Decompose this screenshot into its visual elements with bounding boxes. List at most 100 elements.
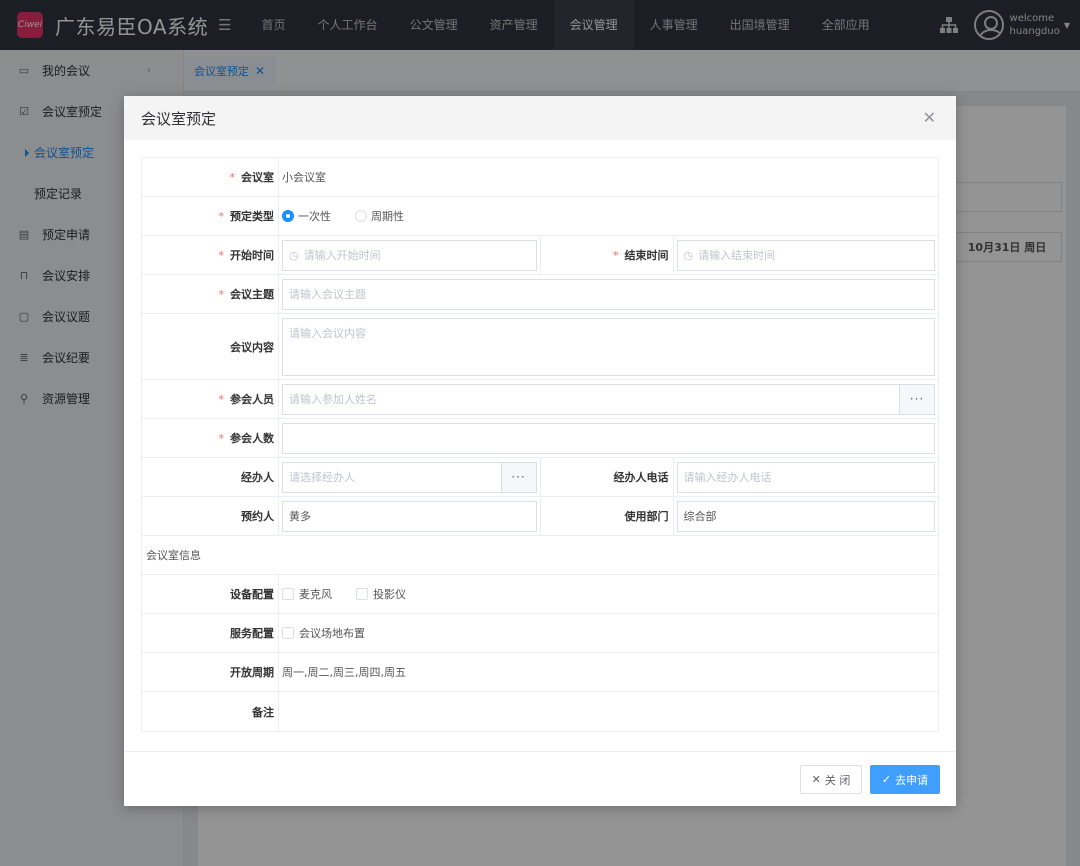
remark-value bbox=[279, 692, 938, 731]
form-row-equipment: 设备配置 麦克风 投影仪 bbox=[142, 575, 938, 614]
checkbox-venue-setup[interactable]: 会议场地布置 bbox=[282, 625, 365, 641]
equipment-options: 麦克风 投影仪 bbox=[279, 575, 938, 613]
required-mark: * bbox=[218, 248, 225, 262]
field-label: 经办人 bbox=[142, 458, 279, 496]
open-period-value: 周一,周二,周三,周四,周五 bbox=[282, 666, 406, 679]
label-text: 使用部门 bbox=[624, 510, 669, 523]
close-button[interactable]: ✕ 关 闭 bbox=[800, 765, 862, 794]
check-icon: ✓ bbox=[881, 773, 892, 786]
label-text: 结束时间 bbox=[624, 249, 669, 262]
required-mark: * bbox=[613, 248, 619, 262]
field-label: * 预定类型 bbox=[142, 197, 279, 235]
checkbox-icon bbox=[282, 588, 294, 600]
label-text: 预约人 bbox=[241, 510, 274, 523]
label-text: 参会人数 bbox=[230, 432, 274, 445]
dept-cell: 使用部门 综合部 bbox=[539, 497, 939, 535]
radio-unchecked-icon bbox=[355, 210, 367, 222]
placeholder-text: 请选择经办人 bbox=[289, 471, 355, 484]
checkbox-icon bbox=[282, 627, 294, 639]
required-mark: * bbox=[218, 392, 225, 406]
type-options: 一次性 周期性 bbox=[279, 197, 938, 235]
radio-checked-icon bbox=[282, 210, 294, 222]
field-label: * 结束时间 bbox=[541, 236, 674, 274]
end-time-cell: * 结束时间 ◷ 请输入结束时间 bbox=[539, 236, 939, 274]
clock-icon: ◷ bbox=[289, 248, 299, 262]
radio-periodic[interactable]: 周期性 bbox=[355, 208, 404, 224]
count-input[interactable] bbox=[282, 422, 935, 454]
more-icon[interactable]: ··· bbox=[899, 384, 934, 414]
label-text: 开放周期 bbox=[230, 666, 274, 679]
label-text: 服务配置 bbox=[230, 627, 274, 640]
attendees-wrap: 请输入参加人姓名 ··· bbox=[279, 380, 938, 418]
handler-phone-input[interactable]: 请输入经办人电话 bbox=[676, 461, 935, 493]
form-row-room: * 会议室 小会议室 bbox=[142, 158, 938, 197]
start-time-wrap: ◷ 请输入开始时间 bbox=[279, 236, 540, 274]
handler-phone-wrap: 请输入经办人电话 bbox=[674, 458, 939, 496]
form-row-attendees: * 参会人员 请输入参加人姓名 ··· bbox=[142, 380, 938, 419]
close-icon: ✕ bbox=[811, 773, 821, 786]
field-label: * 参会人数 bbox=[142, 419, 279, 457]
placeholder-text: 请输入开始时间 bbox=[303, 249, 381, 262]
handler-wrap: 请选择经办人 ··· bbox=[279, 458, 540, 496]
form-row-content: 会议内容 请输入会议内容 bbox=[142, 314, 938, 380]
booker-cell: 预约人 黄多 bbox=[142, 497, 540, 535]
field-label: * 会议室 bbox=[142, 158, 279, 196]
form-row-handler: 经办人 请选择经办人 ··· 经办人电话 请输入经办人电话 bbox=[142, 458, 938, 497]
room-value: 小会议室 bbox=[282, 171, 326, 184]
form-row-booker: 预约人 黄多 使用部门 综合部 bbox=[142, 497, 938, 536]
count-wrap bbox=[279, 419, 938, 457]
clock-icon: ◷ bbox=[683, 248, 694, 262]
room-info-section-title: 会议室信息 bbox=[142, 536, 938, 575]
dialog-footer: ✕ 关 闭 ✓ 去申请 bbox=[124, 751, 956, 806]
placeholder-text: 请输入会议内容 bbox=[289, 326, 366, 340]
content-wrap: 请输入会议内容 bbox=[279, 314, 938, 379]
end-time-wrap: ◷ 请输入结束时间 bbox=[674, 236, 939, 274]
label-text: 设备配置 bbox=[230, 588, 274, 601]
field-label: 使用部门 bbox=[541, 497, 674, 535]
checkbox-projector[interactable]: 投影仪 bbox=[356, 586, 406, 602]
dept-input[interactable]: 综合部 bbox=[676, 500, 935, 532]
checkbox-label: 会议场地布置 bbox=[299, 627, 365, 640]
radio-once[interactable]: 一次性 bbox=[282, 208, 331, 224]
checkbox-microphone[interactable]: 麦克风 bbox=[282, 586, 332, 602]
form-row-count: * 参会人数 bbox=[142, 419, 938, 458]
label-text: 会议主题 bbox=[230, 288, 274, 301]
close-icon[interactable]: ✕ bbox=[923, 110, 936, 126]
booking-form: * 会议室 小会议室 * 预定类型 一次性 周期性 * 开始时间 ◷ 请输入开始时间 *… bbox=[141, 157, 939, 732]
field-label: 服务配置 bbox=[142, 614, 279, 652]
topic-input[interactable]: 请输入会议主题 bbox=[282, 278, 935, 310]
placeholder-text: 请输入结束时间 bbox=[698, 249, 776, 262]
checkbox-label: 麦克风 bbox=[299, 588, 332, 601]
form-row-topic: * 会议主题 请输入会议主题 bbox=[142, 275, 938, 314]
field-label: 设备配置 bbox=[142, 575, 279, 613]
handler-cell: 经办人 请选择经办人 ··· bbox=[142, 458, 540, 496]
field-label: * 参会人员 bbox=[142, 380, 279, 418]
form-row-open-period: 开放周期 周一,周二,周三,周四,周五 bbox=[142, 653, 938, 692]
dept-wrap: 综合部 bbox=[674, 497, 939, 535]
booker-input[interactable]: 黄多 bbox=[282, 500, 537, 532]
field-label: 开放周期 bbox=[142, 653, 279, 691]
field-label: 预约人 bbox=[142, 497, 279, 535]
form-row-time: * 开始时间 ◷ 请输入开始时间 * 结束时间 ◷ 请输入结束时间 bbox=[142, 236, 938, 275]
placeholder-text: 请输入参加人姓名 bbox=[289, 393, 377, 406]
attendees-input[interactable]: 请输入参加人姓名 ··· bbox=[282, 383, 935, 415]
label-text: 参会人员 bbox=[230, 393, 274, 406]
content-textarea[interactable]: 请输入会议内容 bbox=[282, 317, 935, 376]
checkbox-icon bbox=[356, 588, 368, 600]
field-label: * 会议主题 bbox=[142, 275, 279, 313]
apply-button[interactable]: ✓ 去申请 bbox=[870, 765, 940, 794]
more-icon[interactable]: ··· bbox=[500, 462, 536, 492]
field-label: * 开始时间 bbox=[142, 236, 279, 274]
required-mark: * bbox=[229, 170, 236, 184]
form-row-type: * 预定类型 一次性 周期性 bbox=[142, 197, 938, 236]
service-options: 会议场地布置 bbox=[279, 614, 938, 652]
start-time-input[interactable]: ◷ 请输入开始时间 bbox=[282, 239, 537, 271]
required-mark: * bbox=[218, 431, 225, 445]
label-text: 经办人 bbox=[241, 471, 274, 484]
label-text: 会议内容 bbox=[230, 340, 274, 354]
handler-input[interactable]: 请选择经办人 ··· bbox=[282, 461, 537, 493]
label-text: 会议室 bbox=[241, 171, 274, 184]
room-booking-dialog: 会议室预定 ✕ * 会议室 小会议室 * 预定类型 一次性 周期性 * 开始时间 ◷ 请… bbox=[124, 96, 956, 806]
end-time-input[interactable]: ◷ 请输入结束时间 bbox=[676, 239, 935, 271]
label-text: 开始时间 bbox=[230, 249, 274, 262]
